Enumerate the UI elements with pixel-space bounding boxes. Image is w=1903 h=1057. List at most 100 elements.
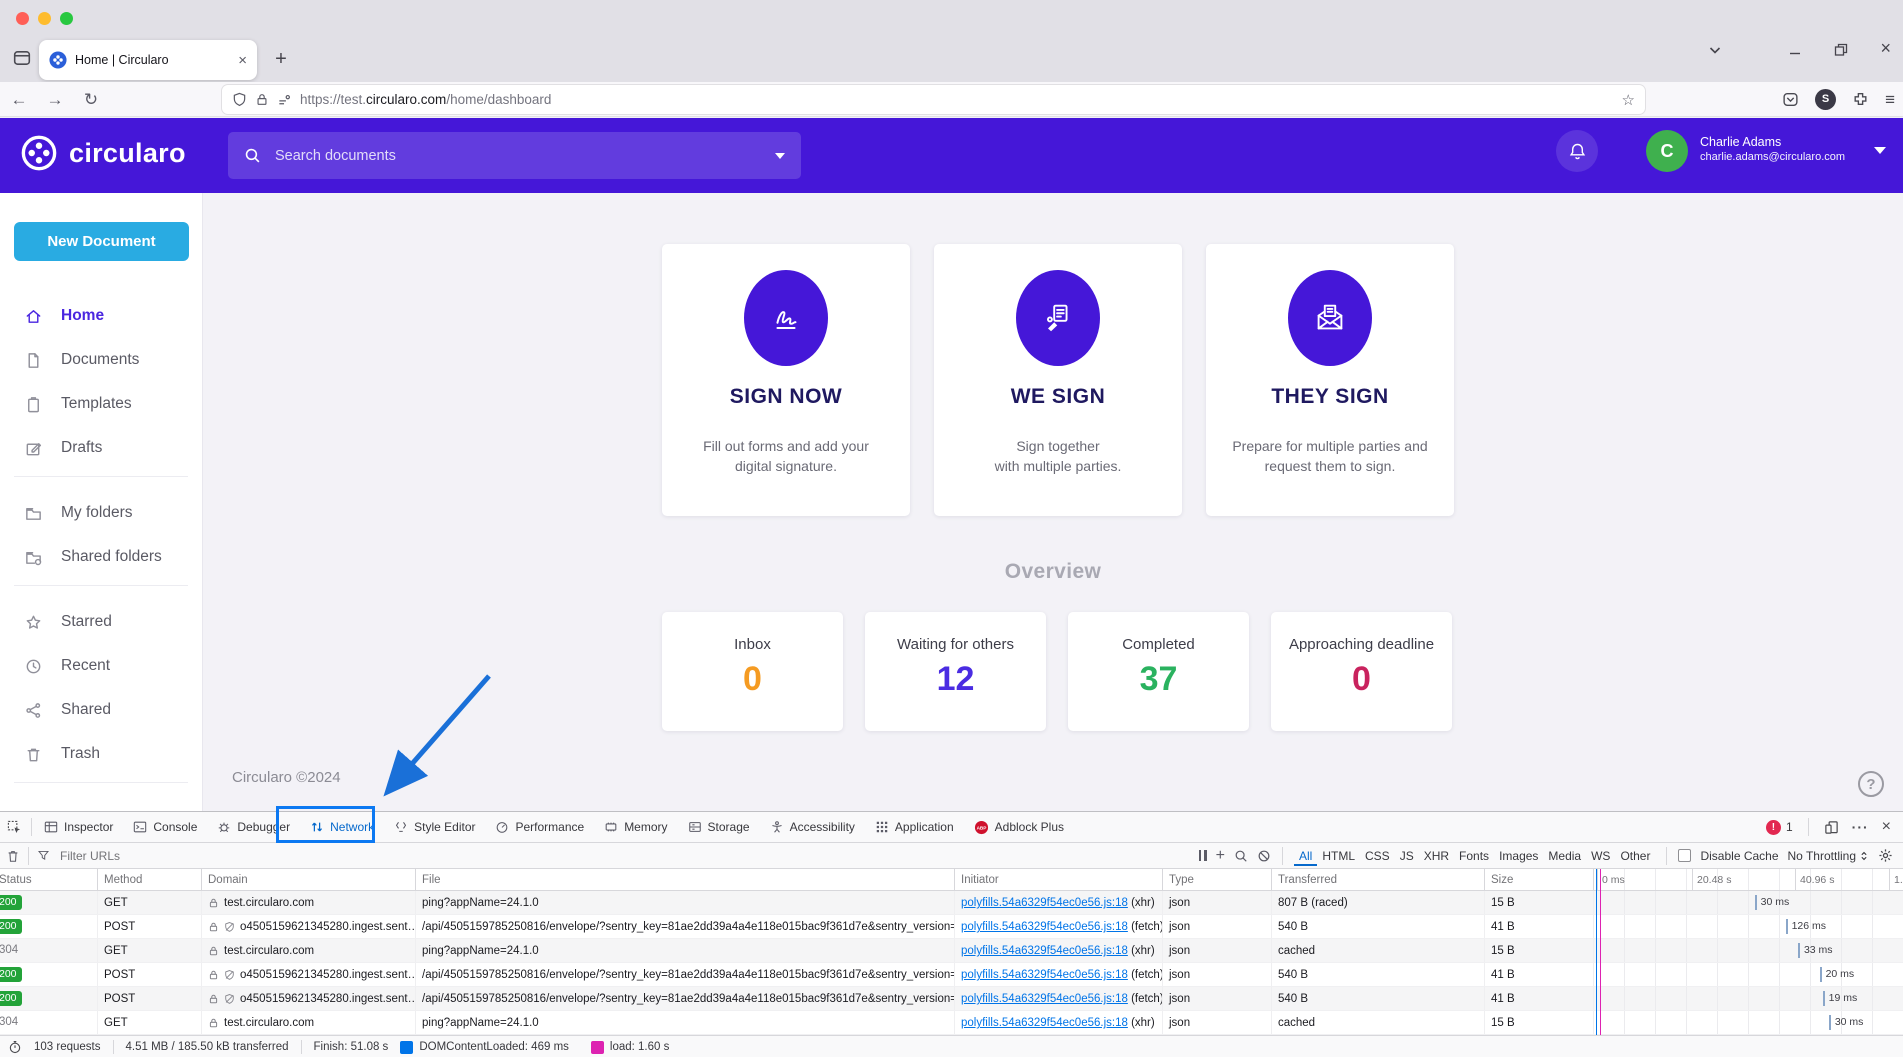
column-header-transferred[interactable]: Transferred: [1272, 869, 1485, 890]
sidebar-item-documents[interactable]: Documents: [24, 342, 192, 378]
stat-card-deadline[interactable]: Approaching deadline 0: [1271, 612, 1452, 731]
extensions-puzzle-icon[interactable]: [1852, 91, 1869, 108]
block-request-icon[interactable]: [1257, 849, 1271, 863]
url-bar[interactable]: https://test.circularo.com/home/dashboar…: [222, 85, 1645, 114]
devtools-tab-application[interactable]: Application: [865, 812, 964, 842]
action-card-sign-now[interactable]: SIGN NOW Fill out forms and add your dig…: [662, 244, 910, 516]
filter-pill[interactable]: All: [1294, 846, 1317, 866]
sidebar-item-templates[interactable]: Templates: [24, 386, 192, 422]
devtools-tab-accessibility[interactable]: Accessibility: [760, 812, 865, 842]
url-text[interactable]: https://test.circularo.com/home/dashboar…: [300, 92, 1614, 107]
new-document-button[interactable]: New Document: [14, 222, 189, 261]
request-count[interactable]: 103 requests: [34, 1041, 101, 1053]
filter-pill[interactable]: XHR: [1419, 846, 1454, 866]
action-card-we-sign[interactable]: WE SIGN Sign together with multiple part…: [934, 244, 1182, 516]
stat-card-completed[interactable]: Completed 37: [1068, 612, 1249, 731]
table-row[interactable]: 200 POST o4505159621345280.ingest.sent… …: [0, 915, 1903, 939]
table-row[interactable]: 200 GET test.circularo.com ping?appName=…: [0, 891, 1903, 915]
initiator-link[interactable]: polyfills.54a6329f54ec0e56.js:18: [961, 1017, 1128, 1029]
clear-requests-icon[interactable]: [0, 849, 26, 863]
macos-zoom-button[interactable]: [60, 12, 73, 25]
sidebar-item-statistics[interactable]: Statistics: [24, 801, 192, 811]
macos-close-button[interactable]: [16, 12, 29, 25]
filter-urls-input[interactable]: Filter URLs: [56, 849, 120, 863]
search-input[interactable]: [273, 147, 763, 165]
filter-pill[interactable]: Images: [1494, 846, 1543, 866]
table-row[interactable]: 200 POST o4505159621345280.ingest.sent… …: [0, 963, 1903, 987]
initiator-link[interactable]: polyfills.54a6329f54ec0e56.js:18: [961, 921, 1128, 933]
sidebar-item-trash[interactable]: Trash: [24, 736, 192, 772]
help-button[interactable]: ?: [1858, 771, 1884, 797]
new-tab-button[interactable]: +: [268, 47, 294, 73]
window-minimize-icon[interactable]: [1787, 42, 1803, 58]
column-header-size[interactable]: Size: [1485, 869, 1594, 890]
timings-toggle-icon[interactable]: [8, 1040, 22, 1054]
tracking-shield-icon[interactable]: [232, 92, 247, 107]
column-header-type[interactable]: Type: [1163, 869, 1272, 890]
action-card-they-sign[interactable]: THEY SIGN Prepare for multiple parties a…: [1206, 244, 1454, 516]
reload-icon[interactable]: ↻: [78, 87, 104, 113]
notifications-button[interactable]: [1556, 130, 1598, 172]
window-close-icon[interactable]: ×: [1880, 38, 1891, 59]
initiator-link[interactable]: polyfills.54a6329f54ec0e56.js:18: [961, 897, 1128, 909]
filter-pill[interactable]: Other: [1615, 846, 1655, 866]
bookmark-star-icon[interactable]: ☆: [1622, 91, 1635, 109]
column-header-file[interactable]: File: [416, 869, 955, 890]
filter-pill[interactable]: Fonts: [1454, 846, 1494, 866]
tab-close-icon[interactable]: ×: [238, 52, 247, 69]
column-header-method[interactable]: Method: [98, 869, 202, 890]
sidebar-item-recent[interactable]: Recent: [24, 648, 192, 684]
column-header-domain[interactable]: Domain: [202, 869, 416, 890]
stat-card-inbox[interactable]: Inbox 0: [662, 612, 843, 731]
filter-pill[interactable]: JS: [1395, 846, 1419, 866]
app-logo[interactable]: circularo: [20, 134, 186, 172]
table-row[interactable]: 200 POST o4505159621345280.ingest.sent… …: [0, 987, 1903, 1011]
devtools-tab-memory[interactable]: Memory: [594, 812, 677, 842]
search-dropdown-caret-icon[interactable]: [775, 153, 785, 159]
filter-pill[interactable]: HTML: [1317, 846, 1360, 866]
search-requests-icon[interactable]: [1234, 849, 1248, 863]
add-request-icon[interactable]: +: [1216, 847, 1225, 865]
browser-tab[interactable]: Home | Circularo ×: [39, 40, 257, 80]
devtools-tab-inspector[interactable]: Inspector: [34, 812, 123, 842]
pause-traffic-icon[interactable]: [1199, 850, 1207, 861]
initiator-link[interactable]: polyfills.54a6329f54ec0e56.js:18: [961, 969, 1128, 981]
user-menu[interactable]: C Charlie Adams charlie.adams@circularo.…: [1646, 130, 1886, 172]
initiator-link[interactable]: polyfills.54a6329f54ec0e56.js:18: [961, 945, 1128, 957]
macos-minimize-button[interactable]: [38, 12, 51, 25]
tab-list-chevron-icon[interactable]: [1707, 42, 1723, 58]
devtools-tab-style-editor[interactable]: Style Editor: [384, 812, 485, 842]
filter-pill[interactable]: Media: [1543, 846, 1586, 866]
permissions-icon[interactable]: [277, 92, 292, 107]
sidebar-item-drafts[interactable]: Drafts: [24, 430, 192, 466]
sidebar-item-shared-folders[interactable]: Shared folders: [24, 539, 192, 575]
devtools-tab-storage[interactable]: Storage: [678, 812, 760, 842]
devtools-tab-performance[interactable]: Performance: [485, 812, 594, 842]
devtools-menu-icon[interactable]: ···: [1852, 819, 1869, 835]
table-row[interactable]: 304 GET test.circularo.com ping?appName=…: [0, 1011, 1903, 1035]
firefox-view-icon[interactable]: [13, 49, 31, 67]
element-picker-icon[interactable]: [0, 820, 29, 835]
filter-pill[interactable]: CSS: [1360, 846, 1395, 866]
lock-icon[interactable]: [255, 92, 269, 107]
error-badge-icon[interactable]: !: [1766, 820, 1781, 835]
devtools-tab-console[interactable]: Console: [123, 812, 207, 842]
forward-icon[interactable]: →: [42, 87, 68, 113]
load-time[interactable]: load: 1.60 s: [610, 1041, 669, 1053]
filter-pill[interactable]: WS: [1586, 846, 1615, 866]
pocket-icon[interactable]: [1782, 91, 1799, 108]
column-header-waterfall[interactable]: 0 ms 20.48 s 40.96 s 1.02 min: [1594, 869, 1903, 890]
error-count[interactable]: 1: [1786, 820, 1793, 834]
devtools-close-icon[interactable]: ×: [1882, 818, 1891, 836]
stat-card-waiting[interactable]: Waiting for others 12: [865, 612, 1046, 731]
sidebar-item-my-folders[interactable]: My folders: [24, 495, 192, 531]
menu-hamburger-icon[interactable]: ≡: [1885, 90, 1895, 110]
domcontentloaded-time[interactable]: DOMContentLoaded: 469 ms: [419, 1041, 569, 1053]
throttling-select[interactable]: No Throttling: [1788, 849, 1869, 863]
column-header-initiator[interactable]: Initiator: [955, 869, 1163, 890]
sidebar-item-starred[interactable]: Starred: [24, 604, 192, 640]
disable-cache-checkbox[interactable]: [1678, 849, 1691, 862]
sidebar-item-home[interactable]: Home: [24, 298, 192, 334]
extension-s-icon[interactable]: S: [1815, 89, 1836, 110]
initiator-link[interactable]: polyfills.54a6329f54ec0e56.js:18: [961, 993, 1128, 1005]
